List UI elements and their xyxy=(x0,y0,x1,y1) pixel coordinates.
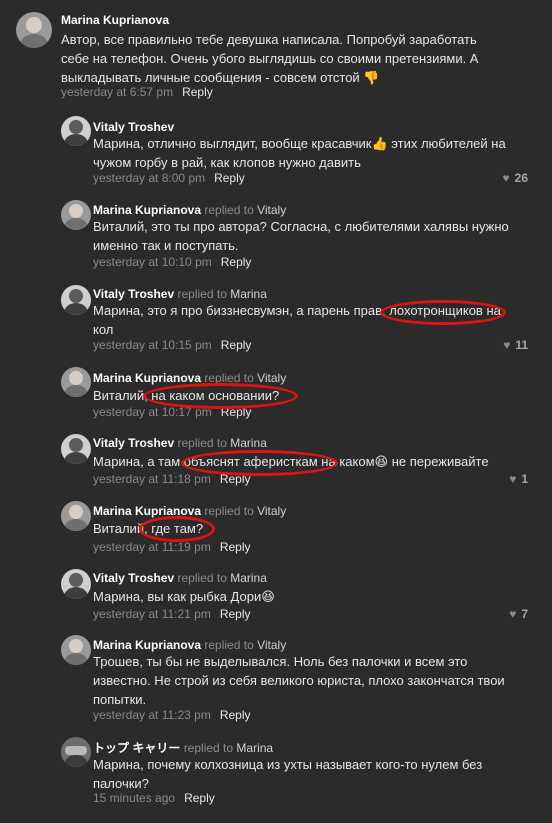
comment-text: Марина, почему колхозница из ухты называ… xyxy=(93,757,483,791)
comment-text: Виталий, это ты про автора? Согласна, с … xyxy=(93,219,509,253)
comment-author[interactable]: Vitaly Troshev xyxy=(93,120,174,134)
heart-icon: ♥ xyxy=(509,472,517,486)
reply-button[interactable]: Reply xyxy=(184,791,215,805)
heart-icon: ♥ xyxy=(509,607,517,621)
replied-to-label: replied to xyxy=(204,504,254,518)
comment-text: Марина, это я про биззнесвумэн, а парень… xyxy=(93,303,501,337)
reply-target[interactable]: Marina xyxy=(230,287,267,301)
comment-text: Автор, все правильно тебе девушка написа… xyxy=(61,32,479,85)
reply-target[interactable]: Vitaly xyxy=(257,203,286,217)
like-count: 26 xyxy=(514,171,528,185)
comment-text: Марина, отлично выглядит, вообще красавч… xyxy=(93,136,506,170)
avatar[interactable] xyxy=(61,434,91,464)
comment-timestamp[interactable]: yesterday at 11:18 pm xyxy=(93,472,211,486)
like-count: 7 xyxy=(521,607,528,621)
like-counter[interactable]: ♥ 26 xyxy=(503,171,528,185)
reply-button[interactable]: Reply xyxy=(221,255,252,269)
comment-author[interactable]: Marina Kuprianova xyxy=(93,638,201,652)
heart-icon: ♥ xyxy=(503,338,511,352)
comment-author[interactable]: Vitaly Troshev xyxy=(93,287,174,301)
comment-text: Виталий, где там? xyxy=(93,521,204,536)
reply-target[interactable]: Vitaly xyxy=(257,371,286,385)
like-count: 11 xyxy=(515,338,528,352)
like-count: 1 xyxy=(521,472,528,486)
comment-author[interactable]: トップ キャリー xyxy=(93,741,180,755)
replied-to-label: replied to xyxy=(177,287,227,301)
replied-to-label: replied to xyxy=(204,371,254,385)
replied-to-label: replied to xyxy=(204,203,254,217)
reply-button[interactable]: Reply xyxy=(221,338,252,352)
comment-timestamp[interactable]: yesterday at 6:57 pm xyxy=(61,85,173,99)
like-counter[interactable]: ♥ 7 xyxy=(509,607,528,621)
avatar[interactable] xyxy=(16,12,52,48)
reply-button[interactable]: Reply xyxy=(220,472,251,486)
comment-author[interactable]: Vitaly Troshev xyxy=(93,571,174,585)
heart-icon: ♥ xyxy=(502,171,510,185)
comment-timestamp[interactable]: yesterday at 10:10 pm xyxy=(93,255,212,269)
comment-text: Трошев, ты бы не выделывался. Ноль без п… xyxy=(93,654,505,707)
reply-button[interactable]: Reply xyxy=(220,540,251,554)
avatar[interactable] xyxy=(61,501,91,531)
avatar[interactable] xyxy=(61,367,91,397)
replied-to-label: replied to xyxy=(183,741,234,755)
reply-button[interactable]: Reply xyxy=(221,405,252,419)
comment-timestamp[interactable]: yesterday at 11:21 pm xyxy=(93,607,211,621)
comment-timestamp[interactable]: yesterday at 11:23 pm xyxy=(93,708,211,722)
comment-timestamp[interactable]: yesterday at 10:15 pm xyxy=(93,338,212,352)
comment-author[interactable]: Marina Kuprianova xyxy=(93,203,201,217)
reply-target[interactable]: Marina xyxy=(230,571,267,585)
comment-timestamp[interactable]: yesterday at 11:19 pm xyxy=(93,540,211,554)
avatar[interactable] xyxy=(61,200,91,230)
avatar[interactable] xyxy=(61,569,91,599)
comment-timestamp[interactable]: 15 minutes ago xyxy=(93,791,175,805)
comment-text: Марина, вы как рыбка Дори😆 xyxy=(93,589,275,604)
replied-to-label: replied to xyxy=(177,436,227,450)
reply-button[interactable]: Reply xyxy=(220,708,251,722)
reply-target[interactable]: Marina xyxy=(230,436,267,450)
comment-author[interactable]: Vitaly Troshev xyxy=(93,436,174,450)
comment-text: Виталий, на каком основании? xyxy=(93,388,280,403)
comment-author[interactable]: Marina Kuprianova xyxy=(61,13,169,27)
comment-author[interactable]: Marina Kuprianova xyxy=(93,504,201,518)
avatar[interactable] xyxy=(61,116,91,146)
replied-to-label: replied to xyxy=(204,638,254,652)
like-counter[interactable]: ♥ 11 xyxy=(503,338,528,352)
comment-timestamp[interactable]: yesterday at 8:00 pm xyxy=(93,171,205,185)
reply-button[interactable]: Reply xyxy=(182,85,213,99)
avatar[interactable] xyxy=(61,737,91,767)
reply-target[interactable]: Vitaly xyxy=(257,504,286,518)
avatar[interactable] xyxy=(61,285,91,315)
avatar[interactable] xyxy=(61,635,91,665)
reply-target[interactable]: Marina xyxy=(236,741,273,755)
comment-timestamp[interactable]: yesterday at 10:17 pm xyxy=(93,405,212,419)
comment-text: Марина, а там объяснят аферисткам на как… xyxy=(93,454,489,469)
reply-target[interactable]: Vitaly xyxy=(257,638,286,652)
comment-author[interactable]: Marina Kuprianova xyxy=(93,371,201,385)
reply-button[interactable]: Reply xyxy=(220,607,251,621)
like-counter[interactable]: ♥ 1 xyxy=(509,472,528,486)
replied-to-label: replied to xyxy=(177,571,227,585)
reply-button[interactable]: Reply xyxy=(214,171,245,185)
